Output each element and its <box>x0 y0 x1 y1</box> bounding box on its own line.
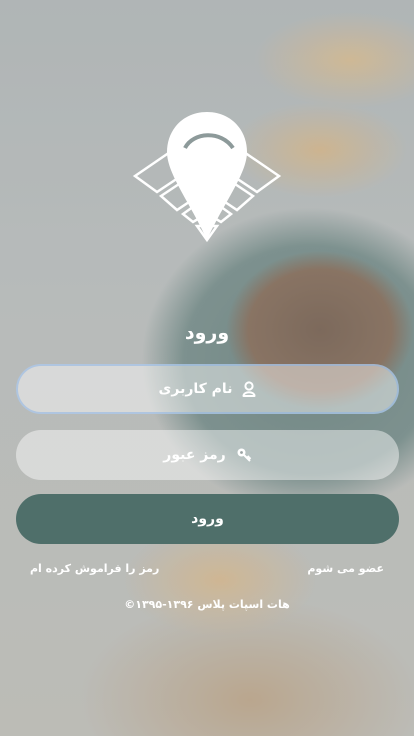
wifi-location-pin-icon <box>132 112 282 243</box>
key-icon <box>237 448 251 462</box>
copyright-text: ©۱۳۹۵-۱۳۹۶ هات اسپات پلاس <box>124 598 290 611</box>
user-icon <box>242 381 256 397</box>
password-input[interactable]: رمز عبور <box>16 430 399 480</box>
username-placeholder: نام کاربری <box>158 381 233 397</box>
forgot-password-link[interactable]: رمز را فراموش کرده ام <box>30 562 159 575</box>
username-input[interactable]: نام کاربری <box>16 364 399 414</box>
page-title: ورود <box>184 322 230 344</box>
login-button[interactable]: ورود <box>16 494 399 544</box>
register-link[interactable]: عضو می شوم <box>307 562 384 575</box>
password-placeholder: رمز عبور <box>163 447 226 463</box>
